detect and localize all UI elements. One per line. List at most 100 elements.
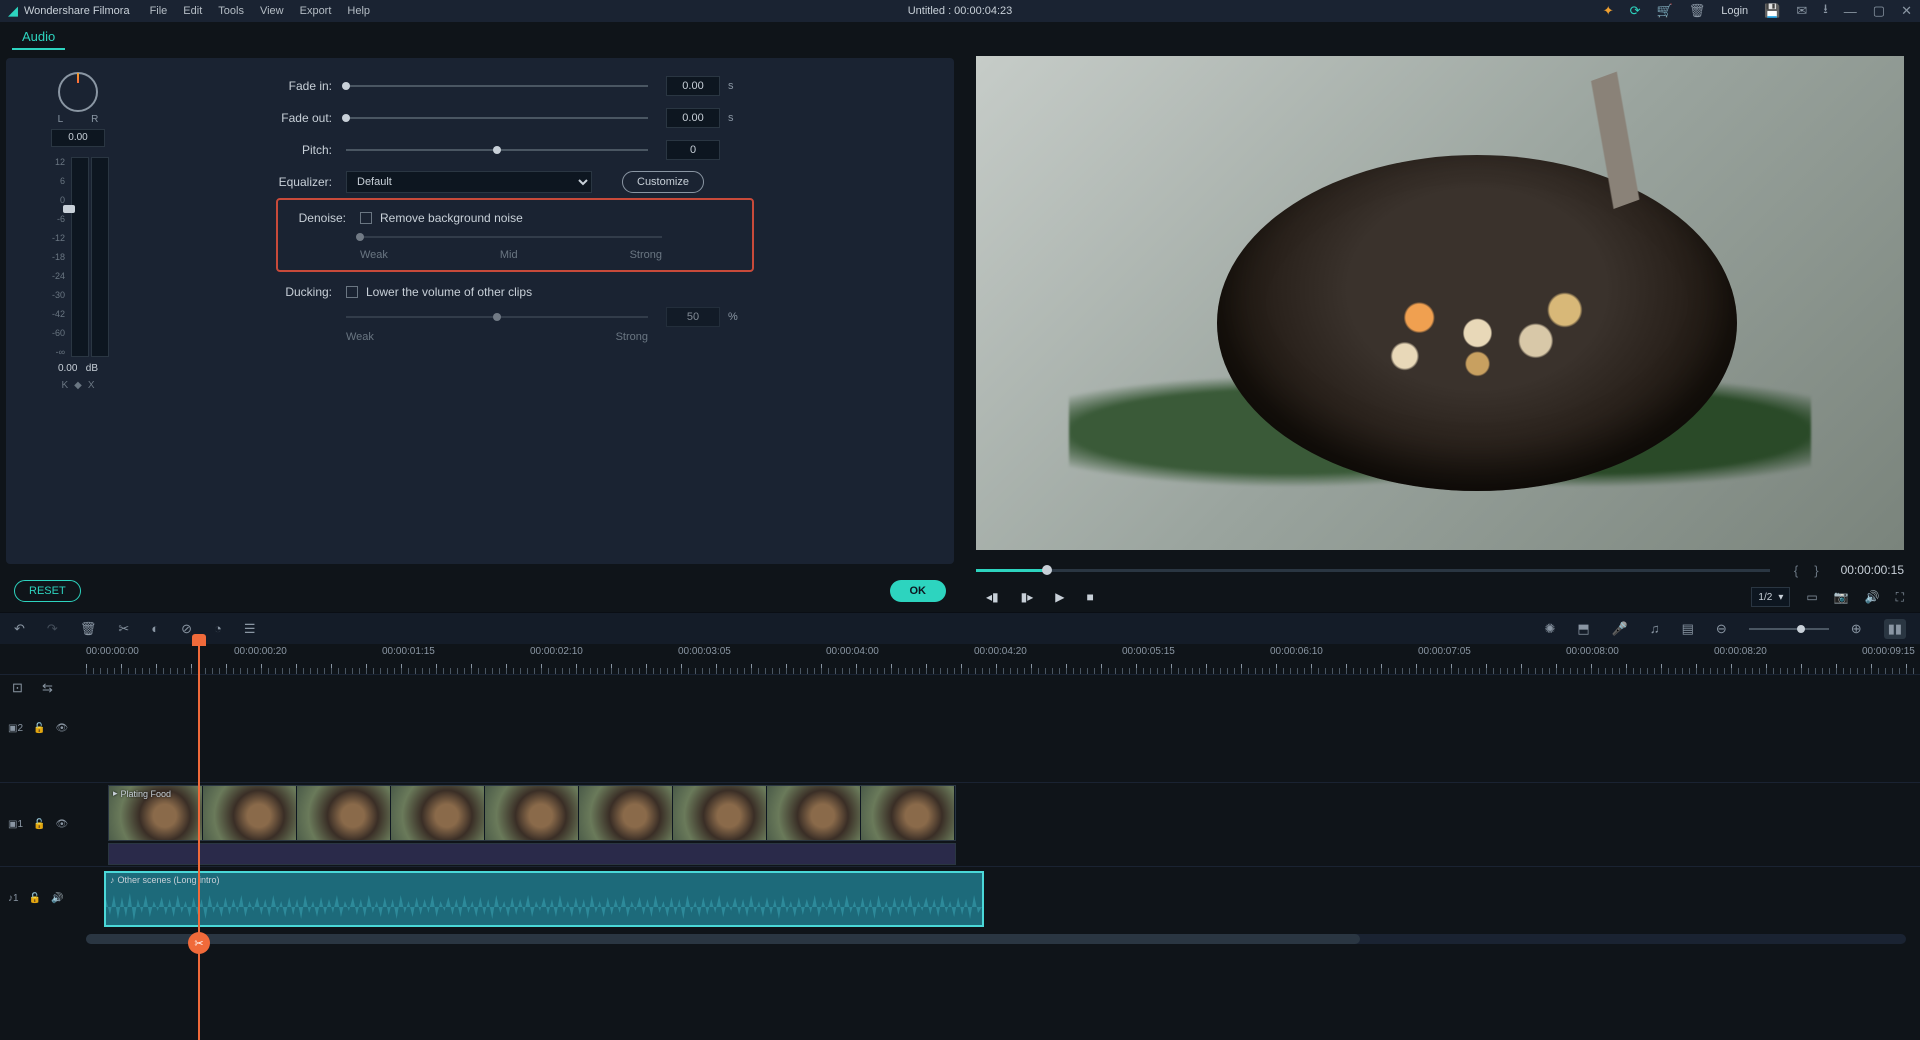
render-icon[interactable]: ✺ [1544,621,1555,637]
fade-out-slider[interactable] [346,117,648,119]
ducking-slider[interactable] [346,316,648,318]
record-vo-icon[interactable]: 🎤 [1612,621,1628,637]
ruler-timecode: 00:00:05:15 [1122,646,1175,657]
timeline-scrollbar[interactable] [86,934,1906,944]
menu-export[interactable]: Export [300,5,332,17]
cart-icon[interactable]: 🛒 [1657,3,1673,19]
tracks-icon[interactable]: ▤ [1682,621,1694,637]
window-close-icon[interactable]: ✕ [1901,3,1912,19]
preview-display-icon[interactable]: ▭ [1806,590,1817,604]
music-note-icon: ♪ [110,875,115,885]
redo-icon[interactable]: ↷ [47,621,58,637]
play-icon[interactable]: ▶ [1055,590,1064,604]
mail-icon[interactable]: ✉ [1796,3,1807,19]
window-minimize-icon[interactable]: — [1844,4,1857,19]
trash-icon[interactable]: 🗑 [1689,3,1706,19]
ducking-unit: % [728,311,738,323]
delete-icon[interactable]: 🗑 [80,621,97,637]
equalizer-customize-button[interactable]: Customize [622,171,704,193]
timeline-ruler[interactable]: 00:00:00:0000:00:00:2000:00:01:1500:00:0… [0,644,1920,674]
track-label-a1: ♪1 [8,893,19,904]
fade-in-label: Fade in: [178,79,346,93]
volume-unit: dB [86,363,98,374]
fade-out-value[interactable]: 0.00 [666,108,720,128]
menu-tools[interactable]: Tools [218,5,244,17]
denoise-checkbox[interactable] [360,212,372,224]
equalizer-select[interactable]: Default [346,171,592,193]
timeline-zoom-slider[interactable] [1749,628,1829,630]
crop-icon[interactable]: ◐ [151,621,159,636]
preview-viewport[interactable] [976,56,1904,550]
keyframe-next-icon[interactable]: X [88,380,95,391]
zoom-fit-icon[interactable]: ▮▮ [1884,619,1906,639]
download-icon[interactable]: ⭳ [1823,0,1828,22]
undo-icon[interactable]: ↶ [14,621,25,637]
menu-edit[interactable]: Edit [183,5,202,17]
track-visibility-icon[interactable]: 👁 [55,819,68,830]
denoise-slider[interactable] [360,236,662,238]
lightbulb-icon[interactable]: ✦ [1603,3,1614,19]
mark-in-icon[interactable]: { [1788,563,1804,578]
preview-progress[interactable] [976,569,1770,572]
ruler-timecode: 00:00:00:00 [86,646,139,657]
filmstrip-icon: ▸ [113,788,118,799]
timeline-playhead[interactable]: ✂ [198,644,200,1040]
prev-frame-icon[interactable]: ◂▮ [986,590,999,604]
balance-knob[interactable] [58,72,98,112]
zoom-out-icon[interactable]: ⊖ [1716,621,1727,637]
preview-zoom-select[interactable]: 1/2▾ [1751,587,1790,607]
marker-icon[interactable]: ⬒ [1577,621,1589,637]
video-clip-audio-lane[interactable] [108,843,956,865]
track-lock-icon[interactable]: 🔓 [29,893,41,904]
ducking-value[interactable]: 50 [666,307,720,327]
fade-in-value[interactable]: 0.00 [666,76,720,96]
speed-icon[interactable]: ⊘ [181,621,192,637]
menu-help[interactable]: Help [347,5,370,17]
volume-value[interactable]: 0.00 [58,363,77,374]
stop-icon[interactable]: ■ [1087,590,1094,604]
login-link[interactable]: Login [1721,5,1748,17]
track-lock-icon[interactable]: 🔓 [33,723,45,734]
adjust-icon[interactable]: ☰ [244,621,256,637]
chevron-down-icon: ▾ [1778,592,1783,603]
next-frame-icon[interactable]: ▮▸ [1021,590,1034,604]
tab-audio[interactable]: Audio [12,25,65,50]
keyframe-add-icon[interactable]: ◆ [74,380,82,391]
track-lock-icon[interactable]: 🔓 [33,819,45,830]
save-icon[interactable]: 💾 [1764,3,1780,19]
menu-file[interactable]: File [150,5,168,17]
balance-value[interactable]: 0.00 [51,129,105,147]
ducking-checkbox-label: Lower the volume of other clips [366,285,546,299]
track-visibility-icon[interactable]: 👁 [55,723,68,734]
menu-view[interactable]: View [260,5,284,17]
color-icon[interactable]: ◔ [214,621,222,636]
ducking-checkbox[interactable] [346,286,358,298]
snapshot-icon[interactable]: 📷 [1834,590,1849,604]
preview-audio-icon[interactable]: 🔊 [1865,590,1880,604]
timeline-fit-icon[interactable]: ⊡ [12,680,23,696]
window-maximize-icon[interactable]: ▢ [1873,3,1885,19]
pitch-slider[interactable] [346,149,648,151]
refresh-icon[interactable]: ⟳ [1630,3,1641,19]
split-icon[interactable]: ✂ [118,621,129,637]
ok-button[interactable]: OK [890,580,947,602]
volume-fader[interactable] [63,205,75,213]
track-label-v1: ▣1 [8,819,23,830]
titlebar: ◢ Wondershare Filmora File Edit Tools Vi… [0,0,1920,22]
track-mute-icon[interactable]: 🔊 [51,893,63,904]
timeline-toggle-icon[interactable]: ⇆ [42,680,53,696]
fullscreen-icon[interactable]: ⛶ [1896,590,1904,605]
audio-clip[interactable]: ♪Other scenes (Long intro) [104,871,984,927]
timeline-toolbar: ↶ ↷ 🗑 ✂ ◐ ⊘ ◔ ☰ ✺ ⬒ 🎤 ♫ ▤ ⊖ ⊕ ▮▮ [0,612,1920,644]
track-video-1: ▣1 🔓 👁 ▸Plating Food [0,782,1920,866]
fade-in-slider[interactable] [346,85,648,87]
zoom-in-icon[interactable]: ⊕ [1851,621,1862,637]
denoise-label: Denoise: [290,211,360,225]
mark-out-icon[interactable]: } [1808,563,1824,578]
playhead-split-icon[interactable]: ✂ [188,932,210,954]
pitch-value[interactable]: 0 [666,140,720,160]
reset-button[interactable]: RESET [14,580,81,602]
keyframe-prev-icon[interactable]: K [61,380,68,391]
video-clip[interactable]: ▸Plating Food [108,785,956,841]
mixer-icon[interactable]: ♫ [1650,621,1660,636]
